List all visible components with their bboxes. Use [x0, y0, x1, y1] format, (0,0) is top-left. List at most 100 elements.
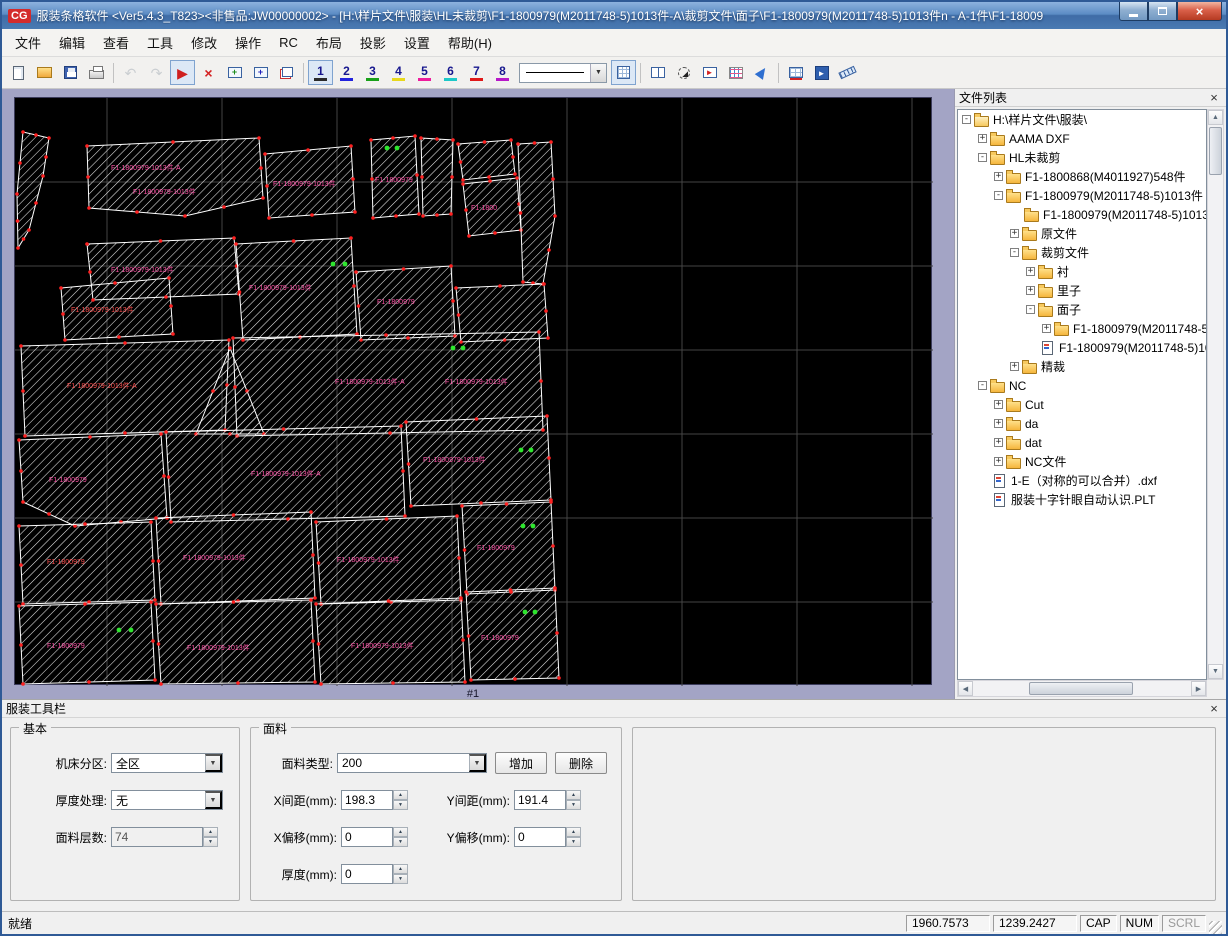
kite-tool-button[interactable]: [749, 60, 774, 85]
spin-up-icon[interactable]: ▲: [566, 827, 581, 837]
export-button[interactable]: ►: [809, 60, 834, 85]
add-button[interactable]: 增加: [495, 752, 547, 774]
tree-item[interactable]: + Cut: [958, 395, 1206, 414]
fabric-layers-stepper[interactable]: ▲▼: [111, 827, 218, 847]
pane-arrow-button[interactable]: ►: [697, 60, 722, 85]
collapse-icon[interactable]: -: [978, 153, 987, 162]
pattern-canvas[interactable]: F1-1800979-1013件-A F1-1800979-1013件 F1-180…: [14, 97, 933, 686]
expand-icon[interactable]: +: [994, 400, 1003, 409]
expand-icon[interactable]: +: [978, 134, 987, 143]
pattern-piece[interactable]: [315, 597, 466, 685]
expand-icon[interactable]: +: [994, 419, 1003, 428]
expand-icon[interactable]: +: [1042, 324, 1051, 333]
fabric-type-select[interactable]: 200 ▼: [337, 753, 487, 773]
num-2-button[interactable]: 2: [334, 60, 359, 85]
add-window-2-button[interactable]: +: [248, 60, 273, 85]
vertical-scroll-thumb[interactable]: [1209, 127, 1222, 175]
save-button[interactable]: [58, 60, 83, 85]
tree-item[interactable]: + 里子: [958, 281, 1206, 300]
tree-item[interactable]: F1-1800979(M2011748-5)1013件-A: [958, 338, 1206, 357]
expand-icon[interactable]: +: [994, 457, 1003, 466]
resize-grip[interactable]: [1209, 921, 1222, 934]
scroll-up-icon[interactable]: ▲: [1208, 110, 1223, 125]
pattern-piece[interactable]: [517, 141, 556, 285]
tree-item[interactable]: + 原文件: [958, 224, 1206, 243]
tree-item[interactable]: + da: [958, 414, 1206, 433]
spin-down-icon[interactable]: ▼: [566, 837, 581, 847]
tree-item[interactable]: - 裁剪文件: [958, 243, 1206, 262]
scroll-left-icon[interactable]: ◀: [958, 681, 973, 696]
spin-down-icon[interactable]: ▼: [393, 800, 408, 810]
maximize-button[interactable]: [1148, 2, 1177, 21]
thickness-handling-select[interactable]: 无 ▼: [111, 790, 223, 810]
close-button[interactable]: ×: [1177, 2, 1222, 21]
spin-down-icon[interactable]: ▼: [393, 874, 408, 884]
menu-item-5[interactable]: 操作: [226, 29, 270, 56]
collapse-icon[interactable]: -: [1026, 305, 1035, 314]
file-tree-vertical-scrollbar[interactable]: ▲ ▼: [1207, 109, 1224, 680]
x-offset-input[interactable]: [341, 827, 393, 847]
num-4-button[interactable]: 4: [386, 60, 411, 85]
menu-item-2[interactable]: 查看: [94, 29, 138, 56]
thickness-stepper[interactable]: ▲▼: [341, 864, 408, 884]
expand-icon[interactable]: +: [1026, 286, 1035, 295]
lasso-select-button[interactable]: [671, 60, 696, 85]
table-edit-button[interactable]: [783, 60, 808, 85]
redo-button[interactable]: ↷: [144, 60, 169, 85]
menu-item-8[interactable]: 投影: [351, 29, 395, 56]
menu-item-10[interactable]: 帮助(H): [439, 29, 501, 56]
num-8-button[interactable]: 8: [490, 60, 515, 85]
tool-panel-close-icon[interactable]: ×: [1206, 701, 1222, 716]
grid-pen-button[interactable]: [611, 60, 636, 85]
tree-item[interactable]: 1-E（对称的可以合并）.dxf: [958, 471, 1206, 490]
pattern-piece[interactable]: [465, 587, 560, 681]
title-bar[interactable]: CG 服装条格软件 <Ver5.4.3_T823><非售品:JW00000002…: [2, 2, 1226, 29]
y-offset-stepper[interactable]: ▲▼: [514, 827, 581, 847]
pattern-piece[interactable]: [420, 137, 454, 217]
open-file-button[interactable]: [32, 60, 57, 85]
collapse-icon[interactable]: -: [962, 115, 971, 124]
spin-down-icon[interactable]: ▼: [203, 837, 218, 847]
pattern-piece[interactable]: [86, 137, 264, 217]
menu-item-0[interactable]: 文件: [6, 29, 50, 56]
tree-item[interactable]: - 面子: [958, 300, 1206, 319]
tree-item[interactable]: - HL未裁剪: [958, 148, 1206, 167]
print-button[interactable]: [84, 60, 109, 85]
chevron-down-icon[interactable]: ▼: [205, 791, 222, 809]
file-tree-horizontal-scrollbar[interactable]: ◀ ▶: [957, 680, 1207, 697]
split-panes-button[interactable]: [645, 60, 670, 85]
tree-item[interactable]: - F1-1800979(M2011748-5)1013件: [958, 186, 1206, 205]
spin-down-icon[interactable]: ▼: [566, 800, 581, 810]
new-file-button[interactable]: [6, 60, 31, 85]
x-offset-stepper[interactable]: ▲▼: [341, 827, 408, 847]
ruler-button[interactable]: [835, 60, 860, 85]
file-panel-close-icon[interactable]: ×: [1206, 90, 1222, 105]
expand-icon[interactable]: +: [1026, 267, 1035, 276]
menu-item-4[interactable]: 修改: [182, 29, 226, 56]
delete-fabric-button[interactable]: 删除: [555, 752, 607, 774]
expand-icon[interactable]: +: [994, 172, 1003, 181]
layers-button[interactable]: [274, 60, 299, 85]
fabric-layers-input[interactable]: [111, 827, 203, 847]
spin-up-icon[interactable]: ▲: [393, 864, 408, 874]
collapse-icon[interactable]: -: [978, 381, 987, 390]
menu-item-9[interactable]: 设置: [395, 29, 439, 56]
tree-item[interactable]: + F1-1800979(M2011748-5)1013件: [958, 319, 1206, 338]
thickness-input[interactable]: [341, 864, 393, 884]
tree-item[interactable]: - H:\样片文件\服装\: [958, 110, 1206, 129]
plaid-match-button[interactable]: [723, 60, 748, 85]
spin-up-icon[interactable]: ▲: [203, 827, 218, 837]
spin-up-icon[interactable]: ▲: [393, 827, 408, 837]
pattern-piece[interactable]: [18, 521, 156, 605]
tree-item[interactable]: + NC文件: [958, 452, 1206, 471]
menu-item-1[interactable]: 编辑: [50, 29, 94, 56]
undo-button[interactable]: ↶: [118, 60, 143, 85]
pattern-piece[interactable]: [18, 601, 156, 685]
num-1-button[interactable]: 1: [308, 60, 333, 85]
pattern-piece[interactable]: [457, 139, 516, 181]
menu-item-3[interactable]: 工具: [138, 29, 182, 56]
scroll-down-icon[interactable]: ▼: [1208, 664, 1223, 679]
num-6-button[interactable]: 6: [438, 60, 463, 85]
collapse-icon[interactable]: -: [1010, 248, 1019, 257]
tree-item[interactable]: + 精裁: [958, 357, 1206, 376]
